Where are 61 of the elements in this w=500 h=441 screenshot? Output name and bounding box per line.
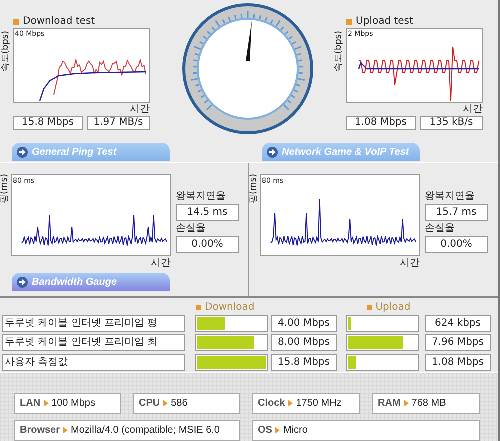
speed-value: 8.00 Mbps: [271, 334, 337, 352]
section-tab[interactable]: Bandwidth Gauge: [12, 273, 170, 291]
speed-value: 15.8 Mbps: [271, 354, 337, 371]
axis-label: 시간: [463, 103, 483, 116]
arrow-icon: [267, 146, 278, 158]
profile-name: 두루넷 케이블 인터넷 프리미엄 최: [2, 334, 185, 352]
axis-label: 핑(ms): [250, 174, 259, 204]
field-label: 왕복지연율: [176, 191, 227, 203]
field-label: 손실율: [176, 223, 207, 235]
info-value: 100 Mbps: [52, 397, 96, 411]
loss-readout: 0.00%: [176, 236, 239, 253]
bullet-icon: [346, 18, 352, 24]
profile-name: 사용자 측정값: [2, 354, 185, 371]
section-tab[interactable]: General Ping Test: [12, 143, 170, 161]
info-label: RAM: [378, 397, 401, 411]
axis-label: 시간: [400, 259, 420, 269]
rate-readout: 135 kB/s: [420, 116, 483, 130]
section-tab[interactable]: Network Game & VoIP Test: [262, 143, 420, 161]
speed-value: 7.96 Mbps: [425, 334, 491, 352]
arrow-icon: [275, 426, 280, 434]
info-label: OS: [258, 424, 272, 438]
axis-label: 속도(bps): [2, 31, 11, 72]
bullet-icon: [196, 305, 201, 310]
arrow-icon: [17, 276, 28, 288]
info-value: 586: [171, 397, 188, 411]
info-label: LAN: [20, 397, 41, 411]
panel-title: Download test: [23, 16, 96, 26]
axis-label: 속도(bps): [335, 31, 344, 72]
info-value: Micro: [283, 424, 308, 438]
loss-readout: 0.00%: [425, 236, 488, 253]
speed-value: 1.08 Mbps: [425, 354, 491, 371]
profile-name: 두루넷 케이블 인터넷 프리미엄 평: [2, 314, 185, 332]
info-value: 1750 MHz: [296, 397, 342, 411]
speed-value: 4.00 Mbps: [271, 314, 337, 332]
arrow-icon: [163, 400, 168, 407]
speed-readout: 15.8 Mbps: [13, 116, 83, 130]
arrow-icon: [44, 400, 49, 407]
info-value: 768 MB: [412, 397, 446, 411]
speed-value: 624 kbps: [425, 314, 491, 332]
info-label: Browser: [20, 424, 60, 438]
column-heading: Upload: [376, 302, 411, 313]
axis-label: 시간: [130, 103, 150, 116]
arrow-icon: [288, 400, 294, 407]
panel-title: Upload test: [356, 16, 414, 26]
bullet-icon: [13, 18, 19, 24]
rate-readout: 1.97 MB/s: [87, 116, 150, 130]
field-label: 왕복지연율: [425, 191, 476, 203]
info-label: Clock: [258, 397, 286, 411]
latency-readout: 15.7 ms: [425, 204, 488, 221]
arrow-icon: [63, 426, 68, 434]
field-label: 손실율: [425, 223, 456, 235]
info-value: Mozilla/4.0 (compatible; MSIE 6.0: [71, 424, 220, 438]
bullet-icon: [366, 305, 372, 310]
axis-label: 시간: [151, 259, 171, 269]
axis-label: 핑(ms): [1, 174, 10, 204]
arrow-icon: [404, 400, 409, 407]
column-heading: Download: [205, 302, 255, 313]
latency-readout: 14.5 ms: [176, 204, 239, 221]
info-label: CPU: [139, 397, 160, 411]
speed-readout: 1.08 Mbps: [346, 116, 416, 130]
arrow-icon: [17, 146, 28, 158]
